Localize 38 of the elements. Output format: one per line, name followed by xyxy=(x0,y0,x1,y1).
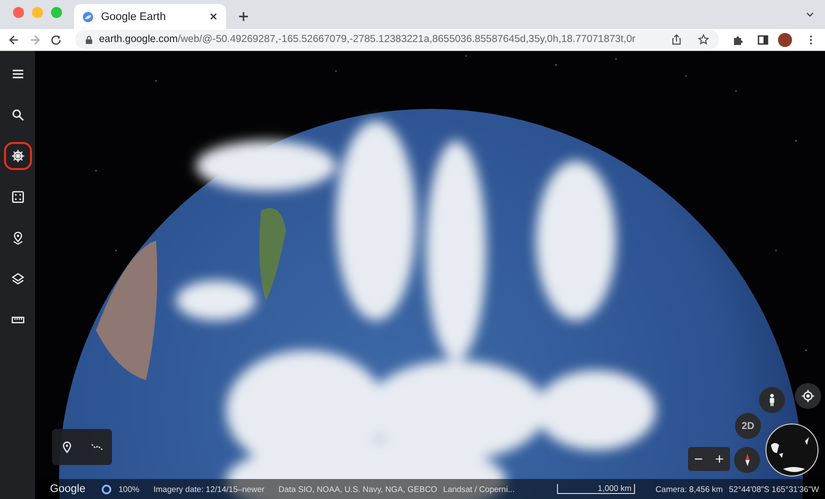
mini-globe-drawing[interactable] xyxy=(765,423,819,477)
scale-bar: 1,000 km xyxy=(556,484,636,494)
layers-icon xyxy=(10,272,24,286)
reload-icon[interactable] xyxy=(50,34,62,46)
coordinates: 52°44'08"S 165°31'36"W xyxy=(728,484,819,494)
sidebar-button[interactable] xyxy=(4,142,32,170)
back-icon[interactable] xyxy=(8,34,20,46)
search-icon xyxy=(10,108,24,122)
ship-wheel-icon xyxy=(10,149,24,163)
globe-drawing[interactable] xyxy=(36,51,825,499)
globe-icon xyxy=(82,10,94,22)
new-tab-icon[interactable] xyxy=(238,11,249,22)
star-icon[interactable] xyxy=(698,34,709,45)
profile-avatar[interactable] xyxy=(778,32,792,46)
dice-icon xyxy=(10,190,24,204)
puzzle-icon[interactable] xyxy=(732,34,744,46)
loading-ring-icon xyxy=(101,484,112,494)
imagery-date: Imagery date: 12/14/15–newer xyxy=(153,484,264,494)
crosshair-icon xyxy=(801,389,815,403)
map-pin-icon[interactable] xyxy=(60,440,74,454)
side-panel-icon[interactable] xyxy=(757,34,769,46)
camera-altitude: Camera: 8,456 km xyxy=(655,484,723,494)
tab-title: Google Earth xyxy=(101,10,167,22)
menu-icon xyxy=(10,67,24,81)
url-text: earth.google.com/web/@-50.49269287,-165.52667079,-2785.12383221a,8655036.85587645d,35y,0h,18.77071873t,0r xyxy=(99,34,636,45)
zoom-out-button[interactable]: − xyxy=(688,447,709,471)
lock-icon xyxy=(85,34,93,44)
loading-percent: 100% xyxy=(118,484,140,494)
address-bar[interactable]: earth.google.com/web/@-50.49269287,-165.52667079,-2785.12383221a,8655036.85587645d,35y,0h,18.77071873t,0r xyxy=(75,30,719,49)
zoom-in-button[interactable]: + xyxy=(709,447,730,471)
share-icon[interactable] xyxy=(671,34,682,45)
map-pin-icon xyxy=(10,231,24,245)
compass-needle-icon xyxy=(744,453,750,467)
close-icon[interactable] xyxy=(209,12,218,21)
browser-tab[interactable]: Google Earth xyxy=(74,4,226,29)
google-logo: Google xyxy=(50,483,86,495)
data-attribution: Data SIO, NOAA, U.S. Navy, NGA, GEBCO xyxy=(278,484,438,494)
data-attribution: Landsat / Coperni... xyxy=(443,484,515,494)
